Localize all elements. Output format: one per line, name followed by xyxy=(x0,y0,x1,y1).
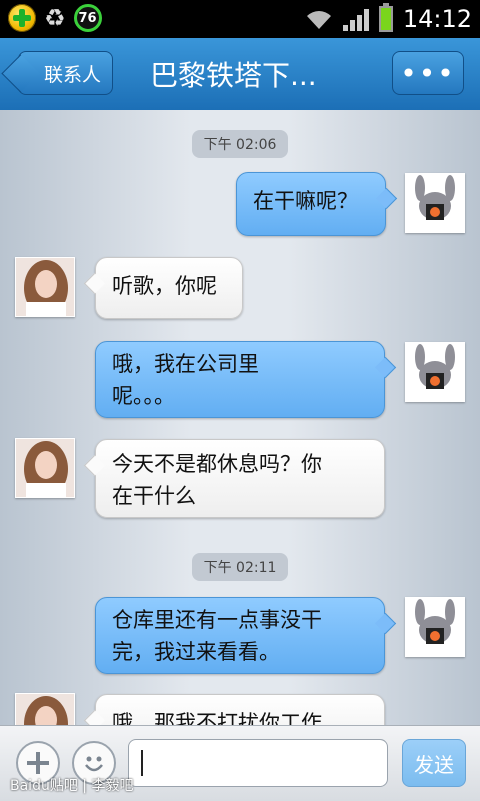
my-avatar[interactable] xyxy=(405,597,465,657)
clock: 14:12 xyxy=(402,5,472,33)
message-bubble-outgoing[interactable]: 哦，我在公司里 呢。。。 xyxy=(95,341,385,418)
plus-notification-icon xyxy=(8,4,36,32)
message-input[interactable] xyxy=(128,739,388,787)
message-bubble-incoming[interactable]: 哦，那我不打扰你工作 xyxy=(95,694,385,725)
more-options-button[interactable]: ••• xyxy=(392,51,464,95)
battery-icon xyxy=(378,3,393,32)
chat-area[interactable]: 下午 02:06 在干嘛呢？ 听歌，你呢 哦，我在公司里 呢。。。 今天不是都休… xyxy=(0,110,480,725)
contact-avatar[interactable] xyxy=(15,693,75,725)
smiley-icon xyxy=(85,756,103,772)
message-bubble-incoming[interactable]: 今天不是都休息吗？你 在干什么 xyxy=(95,439,385,518)
recycle-icon: ♻ xyxy=(44,4,66,32)
plus-icon xyxy=(27,752,49,774)
my-avatar[interactable] xyxy=(405,173,465,233)
message-bubble-incoming[interactable]: 听歌，你呢 xyxy=(95,257,243,319)
back-button[interactable]: 联系人 xyxy=(18,51,113,95)
contact-avatar[interactable] xyxy=(15,257,75,317)
watermark: Baidu贴吧 | 李毅吧 xyxy=(10,778,134,794)
wifi-icon xyxy=(306,11,331,29)
message-bubble-outgoing[interactable]: 在干嘛呢？ xyxy=(236,172,386,236)
contact-avatar[interactable] xyxy=(15,438,75,498)
conversation-title: 巴黎铁塔下... xyxy=(150,59,317,92)
status-bar: ♻ 76 14:12 xyxy=(0,0,480,38)
my-avatar[interactable] xyxy=(405,342,465,402)
send-button[interactable]: 发送 xyxy=(402,739,466,787)
battery-ring-icon: 76 xyxy=(73,4,102,32)
title-bar: 联系人 巴黎铁塔下... ••• xyxy=(0,38,480,111)
timestamp: 下午 02:06 xyxy=(0,130,480,158)
signal-icon xyxy=(342,7,369,31)
timestamp: 下午 02:11 xyxy=(0,553,480,581)
message-bubble-outgoing[interactable]: 仓库里还有一点事没干 完，我过来看看。 xyxy=(95,597,385,674)
